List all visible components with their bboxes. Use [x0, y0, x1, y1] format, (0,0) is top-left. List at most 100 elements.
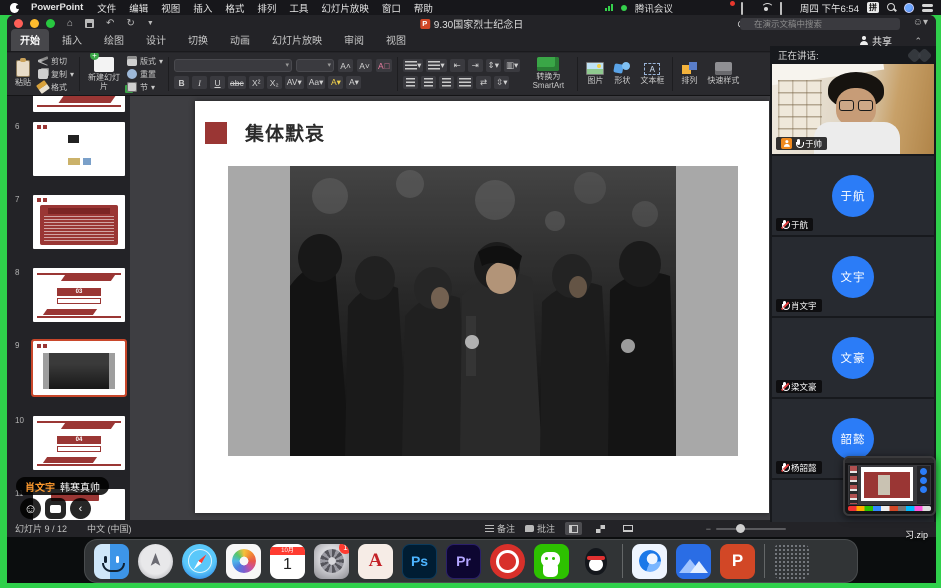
align-text-button[interactable]: ⇳▾	[494, 76, 509, 89]
slideshow-view-button[interactable]	[619, 522, 636, 535]
input-method-badge[interactable]: 拼	[867, 2, 879, 13]
search-input[interactable]	[740, 18, 900, 30]
menu-arrange[interactable]: 排列	[257, 1, 276, 15]
qq-status-icon[interactable]	[701, 3, 713, 13]
feedback-smiley-button[interactable]: ☺▾	[913, 17, 928, 28]
settings-dock-icon[interactable]: 1	[314, 544, 349, 579]
line-spacing-button[interactable]: ⇕▾	[486, 59, 501, 72]
thumbnail-slide-8[interactable]: 8 03	[7, 266, 130, 336]
tab-home[interactable]: 开始	[11, 29, 49, 51]
tab-slideshow[interactable]: 幻灯片放映	[263, 29, 331, 51]
photoshop-dock-icon[interactable]: Ps	[402, 544, 437, 579]
superscript-button[interactable]: X²	[249, 76, 264, 89]
thumbnail-slide-5[interactable]	[7, 96, 130, 114]
tab-design[interactable]: 设计	[137, 29, 175, 51]
align-right-button[interactable]	[439, 76, 454, 89]
format-painter-button[interactable]: 格式	[38, 82, 74, 93]
quick-styles-button[interactable]: 快速样式	[704, 60, 742, 88]
participant-tile[interactable]: 文豪 梁文豪	[772, 318, 934, 397]
battery-icon[interactable]	[780, 3, 792, 13]
meeting-status-icon[interactable]	[721, 3, 733, 13]
collapse-toolbar-button[interactable]: ‹	[70, 498, 91, 519]
zoom-window-button[interactable]	[46, 19, 55, 28]
notes-button[interactable]: 备注	[485, 522, 515, 535]
strikethrough-button[interactable]: abc	[228, 76, 246, 89]
font-name-combobox[interactable]	[174, 59, 292, 72]
save-icon[interactable]	[85, 19, 94, 28]
thumbnail-slide-6[interactable]: 6	[7, 120, 130, 190]
menu-format[interactable]: 格式	[225, 1, 244, 15]
clear-format-button[interactable]: A⃠	[376, 59, 392, 72]
chat-button[interactable]	[45, 498, 66, 519]
qq-dock-icon[interactable]	[578, 544, 613, 579]
photos-dock-icon[interactable]	[226, 544, 261, 579]
desktop-zip-file[interactable]: 习.zip	[905, 528, 928, 541]
autocad-dock-icon[interactable]: A	[358, 544, 393, 579]
wechat-dock-icon[interactable]	[534, 544, 569, 579]
tab-animations[interactable]: 动画	[221, 29, 259, 51]
calendar-dock-icon[interactable]: 10月 1	[270, 544, 305, 579]
layout-button[interactable]: 版式▾	[127, 56, 163, 67]
menu-view[interactable]: 视图	[161, 1, 180, 15]
outdent-button[interactable]: ⇤	[450, 59, 465, 72]
spotlight-search-icon[interactable]	[887, 3, 896, 12]
wifi-icon[interactable]	[761, 3, 772, 12]
finder-dock-icon[interactable]	[94, 544, 129, 579]
increase-font-button[interactable]: A˄	[338, 59, 353, 72]
xunlei-dock-icon[interactable]	[632, 544, 667, 579]
thumbnail-slide-9-selected[interactable]: 9	[7, 339, 130, 409]
participant-video-tile[interactable]: 于帅	[772, 64, 934, 154]
tab-view[interactable]: 视图	[377, 29, 415, 51]
music-dock-icon[interactable]	[490, 544, 525, 579]
reset-button[interactable]: 重置	[127, 69, 163, 80]
screen-share-preview-window[interactable]	[843, 456, 936, 516]
justify-button[interactable]	[457, 76, 473, 89]
menu-window[interactable]: 窗口	[382, 1, 401, 15]
thumbnail-slide-7[interactable]: 7	[7, 193, 130, 263]
subscript-button[interactable]: X₂	[267, 76, 282, 89]
comments-button[interactable]: 批注	[525, 522, 555, 535]
emoji-button[interactable]: ☺	[20, 498, 41, 519]
language-indicator[interactable]: 中文 (中国)	[87, 522, 132, 535]
paste-button[interactable]: 粘贴	[12, 58, 34, 90]
align-left-button[interactable]	[403, 76, 418, 89]
app-menu-title[interactable]: PowerPoint	[31, 2, 83, 13]
apple-menu-icon[interactable]	[10, 3, 19, 13]
control-center-icon[interactable]	[922, 4, 933, 12]
normal-view-button[interactable]	[565, 522, 582, 535]
trash-dock-icon[interactable]	[774, 544, 809, 579]
zoom-slider[interactable]: −	[706, 524, 786, 534]
font-size-combobox[interactable]	[296, 59, 334, 72]
menu-file[interactable]: 文件	[97, 1, 116, 15]
align-center-button[interactable]	[421, 76, 436, 89]
tab-insert[interactable]: 插入	[53, 29, 91, 51]
indent-button[interactable]: ⇥	[468, 59, 483, 72]
columns-button[interactable]: ▥▾	[504, 59, 520, 72]
launchpad-dock-icon[interactable]	[138, 544, 173, 579]
new-slide-button[interactable]: 新建幻灯片	[85, 55, 123, 94]
safari-dock-icon[interactable]	[182, 544, 217, 579]
menu-tools[interactable]: 工具	[289, 1, 308, 15]
menu-edit[interactable]: 编辑	[129, 1, 148, 15]
slide-sorter-view-button[interactable]	[592, 522, 609, 535]
decrease-font-button[interactable]: A˅	[357, 59, 372, 72]
menu-help[interactable]: 帮助	[414, 1, 433, 15]
cloud-drive-dock-icon[interactable]	[676, 544, 711, 579]
menu-clock[interactable]: 周四 下午6:54	[800, 1, 859, 15]
picture-button[interactable]: 图片	[583, 60, 607, 88]
italic-button[interactable]: I	[192, 76, 207, 89]
menu-slideshow[interactable]: 幻灯片放映	[321, 1, 369, 15]
cut-button[interactable]: 剪切	[38, 56, 74, 67]
numbering-button[interactable]: ▾	[426, 59, 446, 72]
section-button[interactable]: 节▾	[127, 82, 163, 93]
font-color-button[interactable]: A▾	[346, 76, 361, 89]
menu-insert[interactable]: 插入	[193, 1, 212, 15]
wechat-status-icon[interactable]	[681, 3, 693, 13]
bold-button[interactable]: B	[174, 76, 189, 89]
current-slide[interactable]: 集体默哀	[195, 101, 769, 513]
copy-button[interactable]: 复制▾	[38, 69, 74, 80]
tab-draw[interactable]: 绘图	[95, 29, 133, 51]
meeting-indicator[interactable]: 腾讯会议	[635, 1, 673, 15]
siri-icon[interactable]	[904, 3, 914, 13]
close-window-button[interactable]	[14, 19, 23, 28]
